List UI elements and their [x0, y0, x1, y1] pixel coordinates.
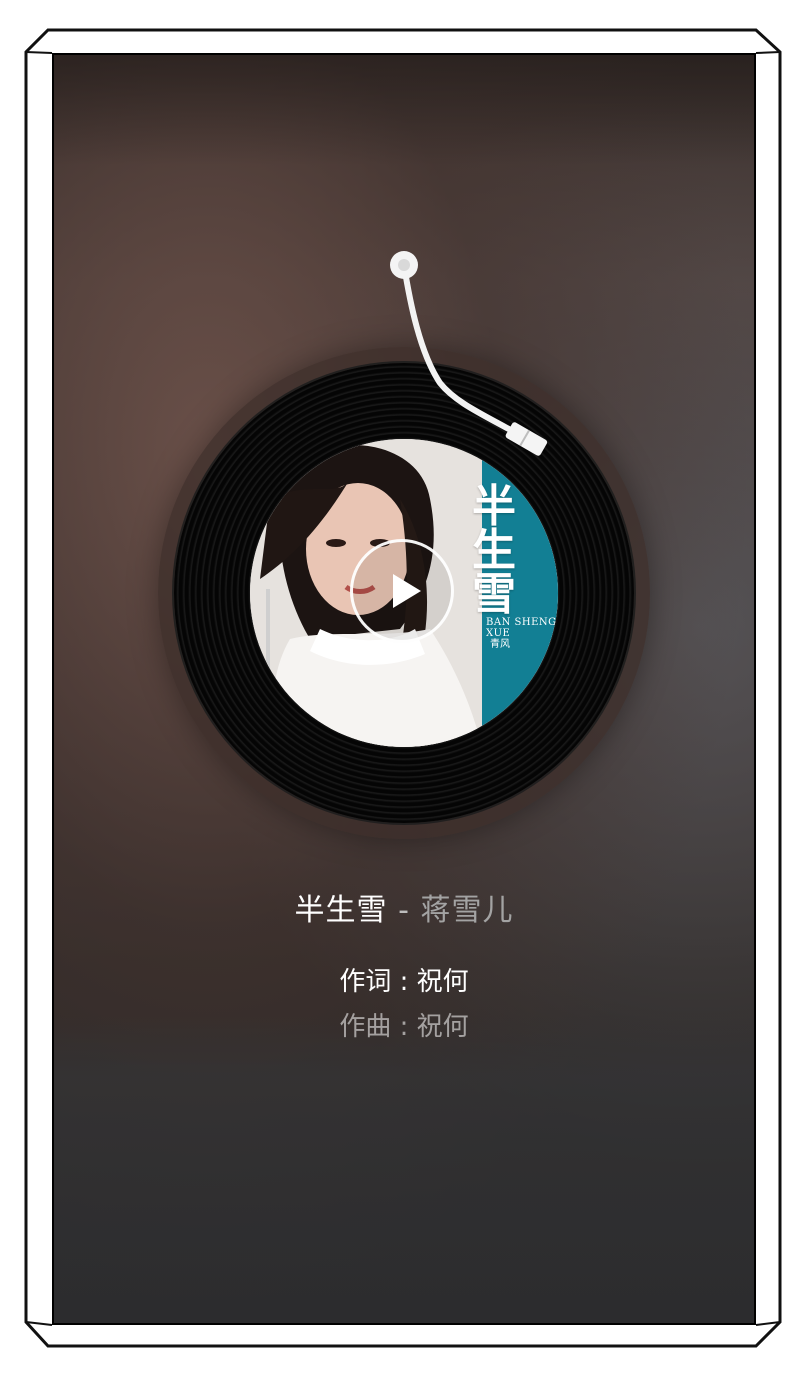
cover-seal: 青风: [490, 639, 510, 650]
lyric-line-current: 作词 : 祝何: [339, 967, 469, 997]
status-bar-area: [54, 55, 754, 165]
lyric-line-next: 作曲 : 祝何: [339, 1012, 469, 1042]
tonearm-icon[interactable]: [374, 243, 554, 473]
song-info: 半生雪 - 蒋雪儿: [54, 885, 754, 929]
song-separator: -: [398, 893, 410, 928]
song-artist: 蒋雪儿: [420, 893, 514, 928]
play-button[interactable]: [350, 539, 454, 643]
player-screen: 半生雪 BAN SHENG XUE 青风 半生雪 - 蒋雪儿 作词 : 祝何 作…: [54, 55, 754, 1323]
song-title: 半生雪: [294, 893, 388, 928]
play-icon: [393, 574, 421, 608]
cover-title: 半生雪: [472, 481, 516, 620]
